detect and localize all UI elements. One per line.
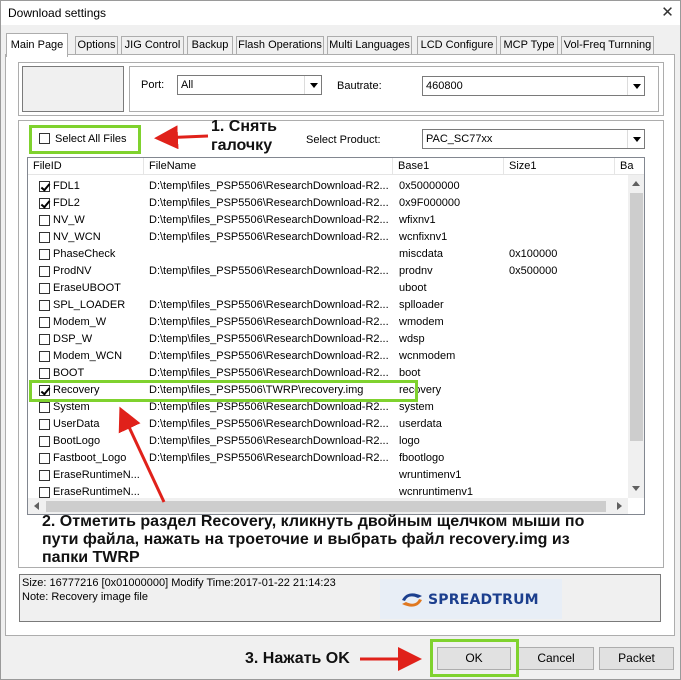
annotation-step2-line1: 2. Отметить раздел Recovery, кликнуть дв…: [42, 513, 585, 530]
tab-main-page[interactable]: Main Page: [6, 33, 68, 57]
annotation-step3: 3. Нажать OK: [245, 650, 350, 667]
annotation-step2-line3: папки TWRP: [42, 549, 140, 566]
annotation-step2-line2: пути файла, нажать на троеточие и выбрат…: [42, 531, 570, 548]
annotation-step1-line2: галочку: [211, 137, 273, 154]
arrow-step2: [118, 406, 166, 503]
arrow-step1: [154, 125, 209, 150]
annotation-arrows: [118, 125, 422, 671]
annotation-step1-line1: 1. Снять: [211, 118, 278, 135]
